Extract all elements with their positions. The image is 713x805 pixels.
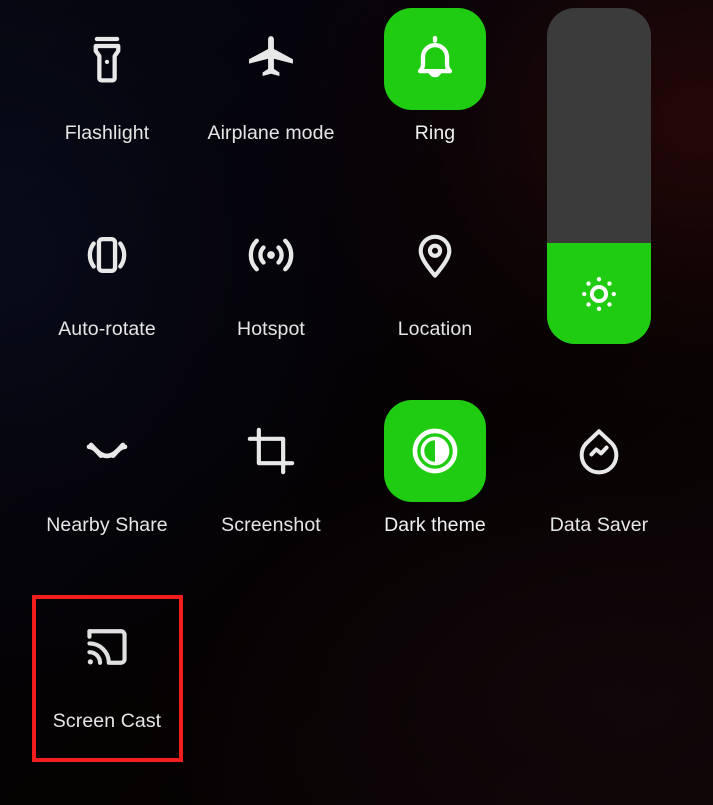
- quick-tile-dark-theme[interactable]: Dark theme: [353, 400, 517, 536]
- quick-tile-label: Screenshot: [221, 514, 321, 536]
- quick-tile-label: Location: [397, 318, 473, 340]
- bell-icon: [417, 35, 453, 78]
- nearby-share-icon: [86, 442, 128, 459]
- location-pin-icon: [418, 234, 452, 278]
- quick-tile-label: Dark theme: [384, 514, 486, 536]
- quick-tile-label: Nearby Share: [46, 514, 168, 536]
- data-saver-icon-wrap: [548, 400, 650, 502]
- quick-tile-label: Ring: [414, 122, 456, 144]
- quick-tile-screen-cast[interactable]: Screen Cast: [25, 596, 189, 732]
- screenshot-icon: [247, 427, 295, 475]
- flashlight-icon-wrap: [56, 8, 158, 110]
- hotspot-icon: [248, 238, 294, 272]
- screen-cast-icon: [87, 629, 127, 665]
- nearby-share-icon-wrap: [56, 400, 158, 502]
- screen-cast-icon-wrap: [56, 596, 158, 698]
- quick-tile-flashlight[interactable]: Flashlight: [25, 8, 189, 144]
- auto-rotate-icon-wrap: [56, 204, 158, 306]
- quick-tile-data-saver[interactable]: Data Saver: [517, 400, 681, 536]
- data-saver-icon: [579, 429, 619, 475]
- quick-settings-panel: Flashlight Airplane mode Ring Auto-rotat…: [0, 0, 713, 805]
- quick-tile-label: Airplane mode: [207, 122, 335, 144]
- brightness-icon: [582, 276, 616, 311]
- quick-tile-nearby-share[interactable]: Nearby Share: [25, 400, 189, 536]
- brightness-slider-fill: [547, 243, 651, 344]
- brightness-slider[interactable]: [547, 8, 651, 344]
- quick-tile-airplane-mode[interactable]: Airplane mode: [189, 8, 353, 144]
- auto-rotate-icon: [87, 236, 127, 274]
- quick-tile-hotspot[interactable]: Hotspot: [189, 204, 353, 340]
- quick-tile-label: Data Saver: [549, 514, 649, 536]
- quick-tile-label: Flashlight: [64, 122, 150, 144]
- airplane-icon: [249, 36, 293, 76]
- dark-theme-icon: [412, 428, 458, 474]
- bell-icon-wrap: [384, 8, 486, 110]
- quick-tile-auto-rotate[interactable]: Auto-rotate: [25, 204, 189, 340]
- quick-tile-screenshot[interactable]: Screenshot: [189, 400, 353, 536]
- quick-tile-ring[interactable]: Ring: [353, 8, 517, 144]
- screenshot-icon-wrap: [220, 400, 322, 502]
- dark-theme-icon-wrap: [384, 400, 486, 502]
- location-pin-icon-wrap: [384, 204, 486, 306]
- quick-tile-label: Auto-rotate: [58, 318, 156, 340]
- airplane-icon-wrap: [220, 8, 322, 110]
- quick-tile-label: Screen Cast: [52, 710, 162, 732]
- hotspot-icon-wrap: [220, 204, 322, 306]
- flashlight-icon: [93, 36, 121, 83]
- quick-tile-location[interactable]: Location: [353, 204, 517, 340]
- quick-tile-label: Hotspot: [237, 318, 305, 340]
